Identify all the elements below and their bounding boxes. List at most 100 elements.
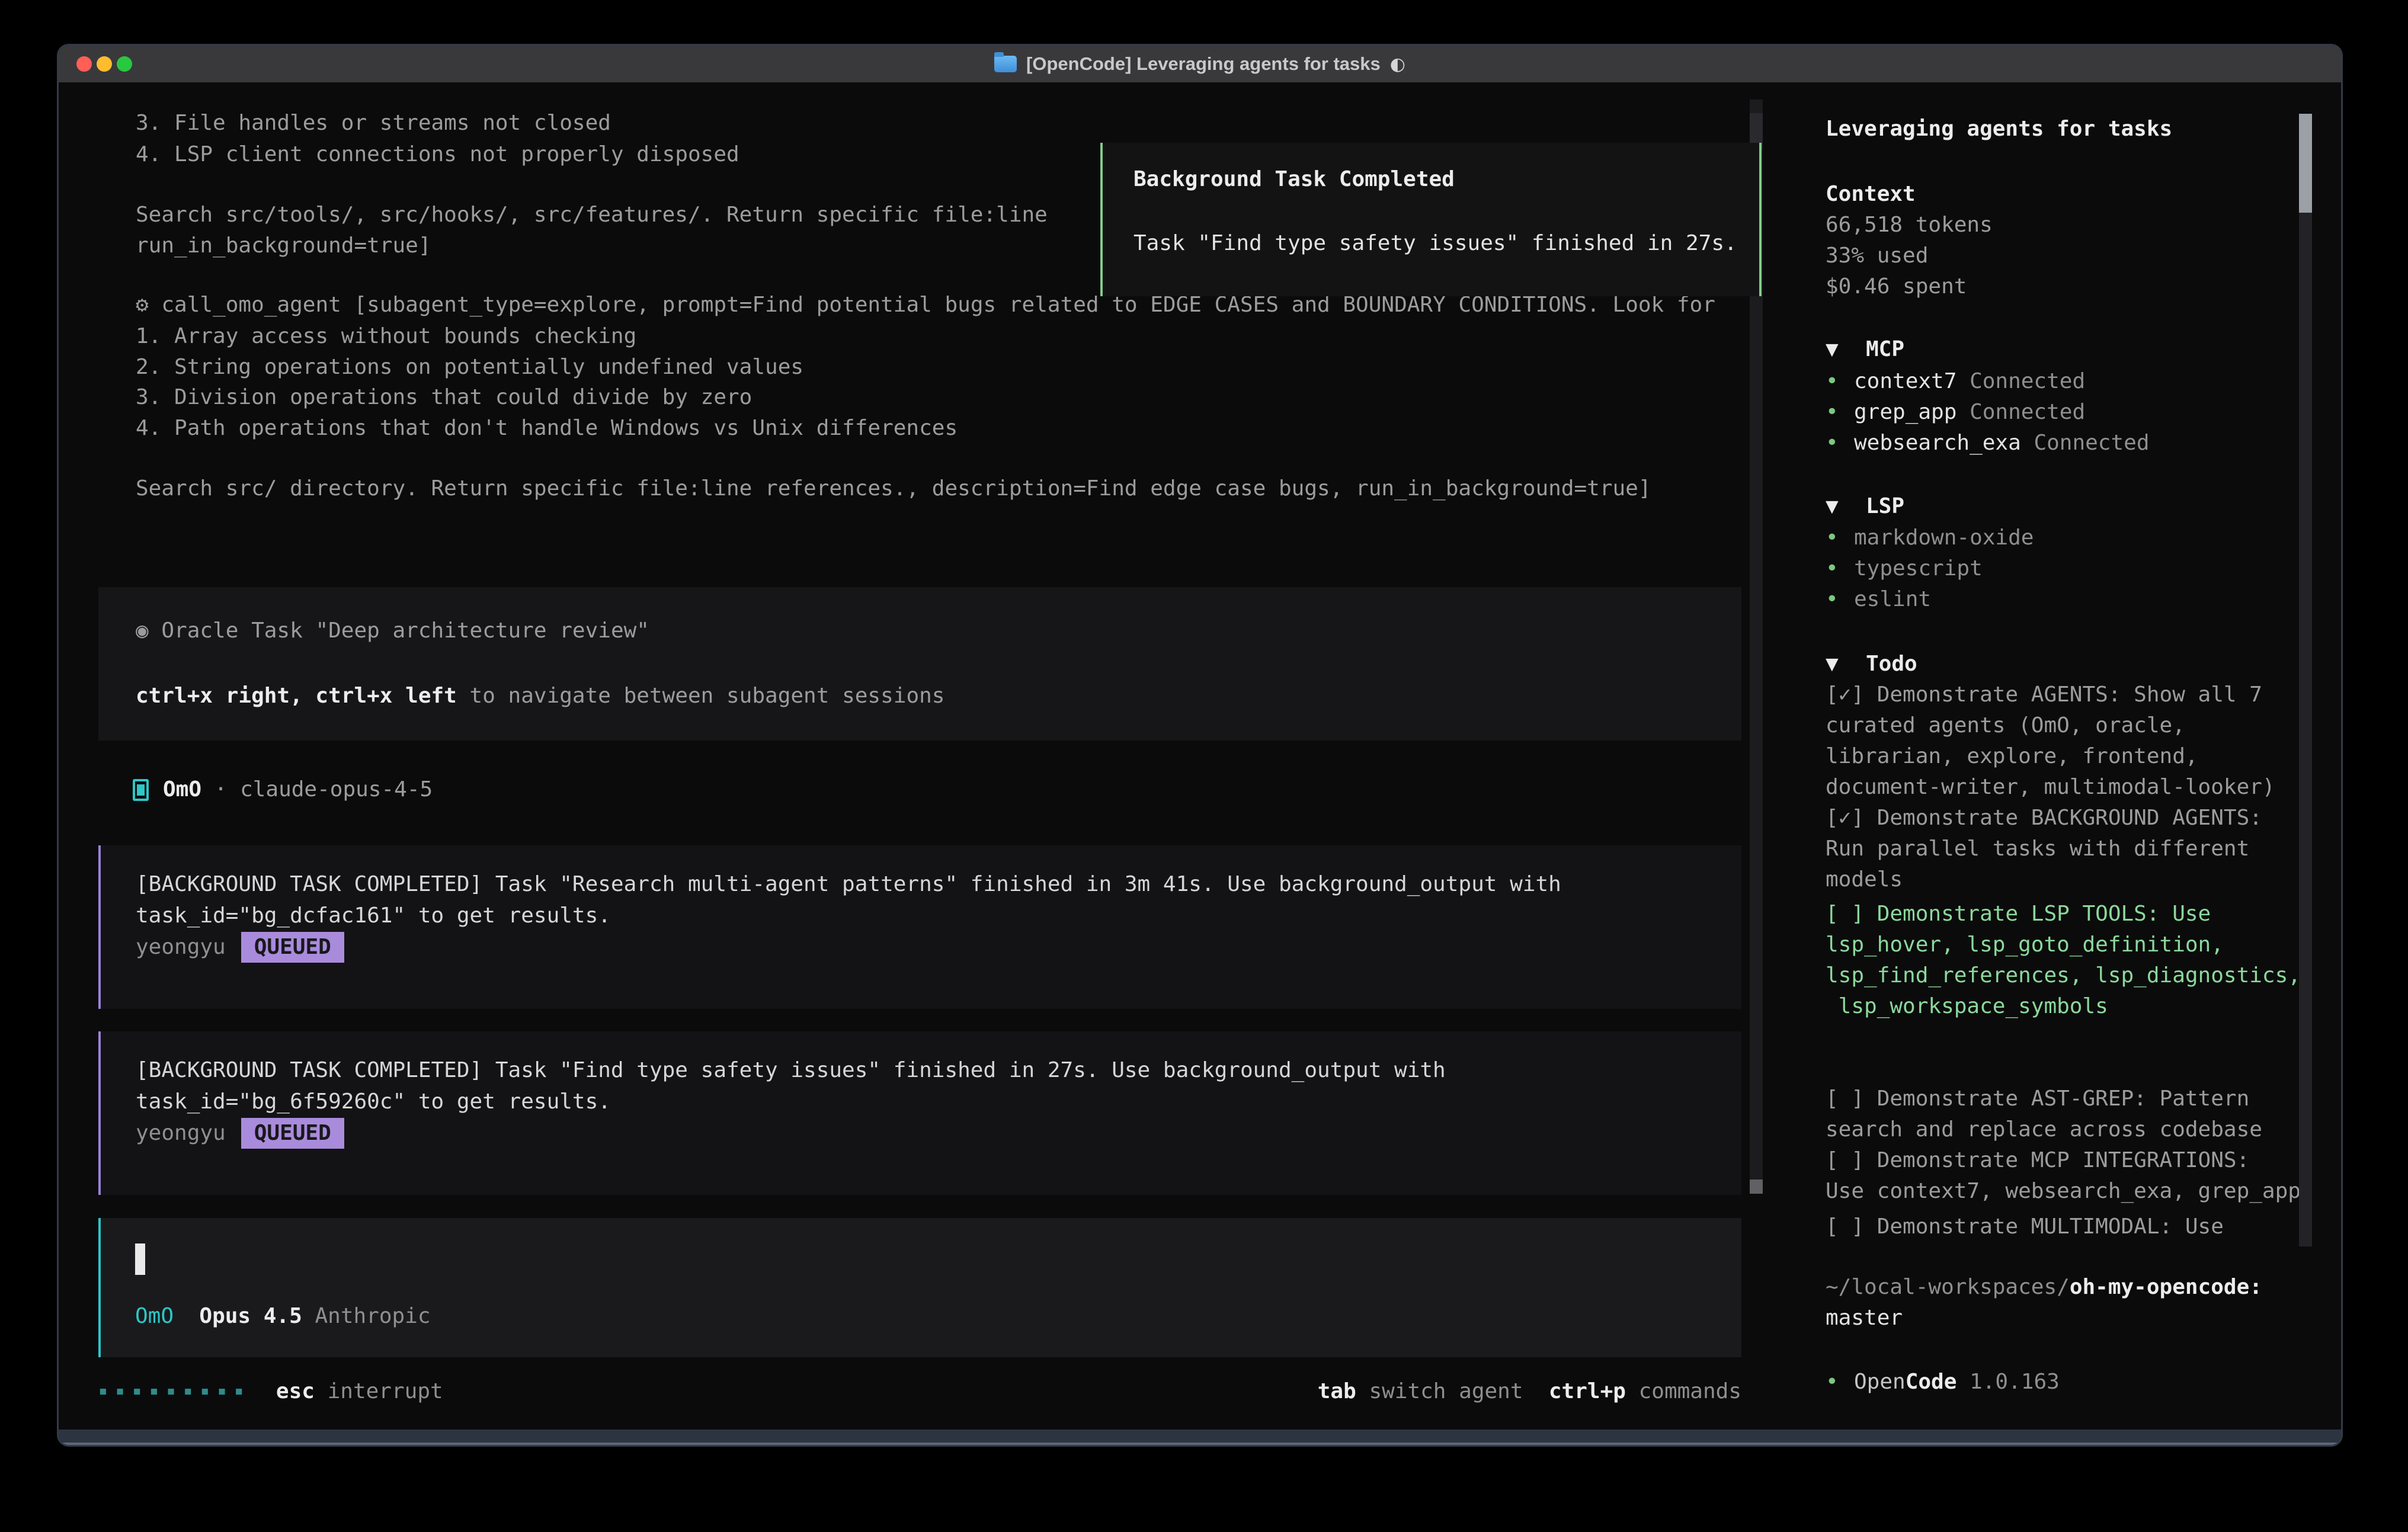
context-tokens: 66,518 tokens <box>1826 210 1993 241</box>
collapse-triangle-icon: ▼ <box>1826 491 1866 522</box>
lsp-section-heading[interactable]: ▼LSP <box>1826 491 1904 522</box>
message-line: task_id="bg_6f59260c" to get results. <box>136 1086 611 1117</box>
tab-key-hint: tab <box>1318 1379 1356 1403</box>
terminal-line: Search src/ directory. Return specific f… <box>136 473 1651 504</box>
minimize-button[interactable] <box>97 56 112 72</box>
status-bar: ▪▪▪▪▪▪▪▪▪ esc interrupt tab switch agent… <box>98 1376 1741 1406</box>
agent-square-icon <box>133 779 149 801</box>
oracle-task-box: ◉ Oracle Task "Deep architecture review"… <box>98 587 1741 741</box>
todo-line-pending: [ ] Demonstrate MCP INTEGRATIONS: <box>1826 1145 2249 1176</box>
agent-header: OmO · claude-opus-4-5 <box>133 774 433 805</box>
chat-scrollbar-thumb[interactable] <box>1750 1180 1763 1194</box>
todo-heading-label: Todo <box>1866 652 1917 676</box>
terminal-line: 3. File handles or streams not closed <box>136 108 611 139</box>
message-user: yeongyu <box>136 1121 226 1145</box>
traffic-lights <box>76 56 132 72</box>
lsp-item: •eslint <box>1826 584 1931 615</box>
sidebar-scrollbar[interactable] <box>2299 114 2312 1246</box>
mcp-item-name: websearch_exa <box>1854 431 2021 455</box>
agent-name: OmO <box>163 774 201 805</box>
app-version-number: 1.0.163 <box>1956 1370 2059 1394</box>
todo-line-done: Run parallel tasks with different <box>1826 834 2249 864</box>
mcp-item-status: Connected <box>2021 431 2150 455</box>
bullet-icon: • <box>1826 428 1854 459</box>
mcp-section-heading[interactable]: ▼MCP <box>1826 334 1904 365</box>
context-spent: $0.46 spent <box>1826 271 1967 302</box>
toast-title: Background Task Completed <box>1133 164 1455 195</box>
tool-call-text: call_omo_agent [subagent_type=explore, p… <box>161 293 1715 317</box>
mcp-item: •grep_app Connected <box>1826 397 2085 428</box>
mcp-item-status: Connected <box>1956 400 2085 424</box>
terminal-line: 1. Array access without bounds checking <box>136 321 636 352</box>
message-user: yeongyu <box>136 935 226 959</box>
window-title-text: [OpenCode] Leveraging agents for tasks <box>1026 53 1381 75</box>
todo-line-pending: Use context7, websearch_exa, grep_app <box>1826 1176 2301 1207</box>
mcp-item-name: grep_app <box>1854 400 1956 424</box>
close-button[interactable] <box>76 56 92 72</box>
input-provider-name: Anthropic <box>315 1304 430 1328</box>
todo-line-pending: [ ] Demonstrate AST-GREP: Pattern <box>1826 1084 2249 1114</box>
folder-icon <box>994 56 1017 72</box>
prompt-input[interactable]: OmO Opus 4.5 Anthropic <box>98 1218 1741 1357</box>
oracle-task-text: Oracle Task "Deep architecture review" <box>149 618 649 643</box>
terminal-line: Search src/tools/, src/hooks/, src/featu… <box>136 200 1048 230</box>
agent-model: claude-opus-4-5 <box>240 774 433 805</box>
context-heading: Context <box>1826 179 1916 210</box>
lsp-item-name: eslint <box>1854 587 1931 611</box>
message-meta: yeongyu QUEUED <box>136 1118 344 1149</box>
lsp-item-name: markdown-oxide <box>1854 525 2034 550</box>
input-agent-name: OmO <box>135 1304 174 1328</box>
todo-line-active: [ ] Demonstrate LSP TOOLS: Use <box>1826 899 2211 930</box>
gear-icon: ⚙ <box>136 293 149 317</box>
esc-key-hint: esc <box>276 1379 315 1403</box>
lsp-item-name: typescript <box>1854 556 1983 581</box>
toast-body: Task "Find type safety issues" finished … <box>1133 228 1737 259</box>
zoom-button[interactable] <box>117 56 132 72</box>
spinner-dots-icon: ▪▪▪▪▪▪▪▪▪ <box>98 1382 251 1400</box>
sidebar-scrollbar-thumb[interactable] <box>2299 114 2312 213</box>
input-model-name: Opus 4.5 <box>199 1304 302 1328</box>
message-line: [BACKGROUND TASK COMPLETED] Task "Resear… <box>136 869 1561 900</box>
hint-rest: to navigate between subagent sessions <box>457 684 945 708</box>
window-bottom-strip <box>59 1430 2341 1445</box>
todo-line-done: [✓] Demonstrate AGENTS: Show all 7 <box>1826 680 2262 710</box>
titlebar: [OpenCode] Leveraging agents for tasks ◐ <box>59 46 2341 82</box>
terminal-window: [OpenCode] Leveraging agents for tasks ◐… <box>57 44 2343 1447</box>
todo-line-active: lsp_hover, lsp_goto_definition, <box>1826 930 2224 960</box>
hint-keys: ctrl+x right, ctrl+x left <box>136 684 457 708</box>
todo-line-done: [✓] Demonstrate BACKGROUND AGENTS: <box>1826 803 2262 834</box>
message-box: [BACKGROUND TASK COMPLETED] Task "Resear… <box>98 845 1741 1009</box>
todo-line-pending: search and replace across codebase <box>1826 1114 2262 1145</box>
todo-line-done: models <box>1826 864 1903 895</box>
message-line: task_id="bg_dcfac161" to get results. <box>136 900 611 931</box>
context-used: 33% used <box>1826 241 1928 271</box>
message-meta: yeongyu QUEUED <box>136 932 344 963</box>
model-spacer <box>174 1304 199 1328</box>
lsp-item: •typescript <box>1826 553 1983 584</box>
model-status-row: OmO Opus 4.5 Anthropic <box>135 1301 431 1332</box>
status-badge: QUEUED <box>241 1118 344 1149</box>
commands-key-hint: ctrl+p <box>1523 1379 1626 1403</box>
status-badge: QUEUED <box>241 932 344 963</box>
text-cursor <box>135 1243 145 1275</box>
version-row: •OpenCode 1.0.163 <box>1826 1367 2060 1398</box>
lsp-heading-label: LSP <box>1866 494 1904 518</box>
todo-line-done: librarian, explore, frontend, <box>1826 741 2198 772</box>
mcp-item-status: Connected <box>1956 369 2085 393</box>
window-title: [OpenCode] Leveraging agents for tasks ◐ <box>994 53 1405 75</box>
app-name-light: Open <box>1854 1370 1906 1394</box>
oracle-task-title: ◉ Oracle Task "Deep architecture review" <box>136 616 649 646</box>
toast-notification: Background Task Completed Task "Find typ… <box>1100 143 1762 296</box>
mcp-item: •context7 Connected <box>1826 366 2085 397</box>
message-box: [BACKGROUND TASK COMPLETED] Task "Find t… <box>98 1031 1741 1195</box>
terminal-line: run_in_background=true] <box>136 230 431 261</box>
terminal-line: 3. Division operations that could divide… <box>136 382 752 413</box>
message-line: [BACKGROUND TASK COMPLETED] Task "Find t… <box>136 1055 1446 1086</box>
todo-section-heading[interactable]: ▼Todo <box>1826 649 1917 680</box>
bullet-icon: • <box>1826 523 1854 553</box>
bullet-icon: • <box>1826 366 1854 397</box>
commands-key-label: commands <box>1626 1379 1741 1403</box>
target-icon: ◉ <box>136 618 149 643</box>
tab-key-label: switch agent <box>1356 1379 1523 1403</box>
subagent-nav-hint: ctrl+x right, ctrl+x left to navigate be… <box>136 681 944 711</box>
